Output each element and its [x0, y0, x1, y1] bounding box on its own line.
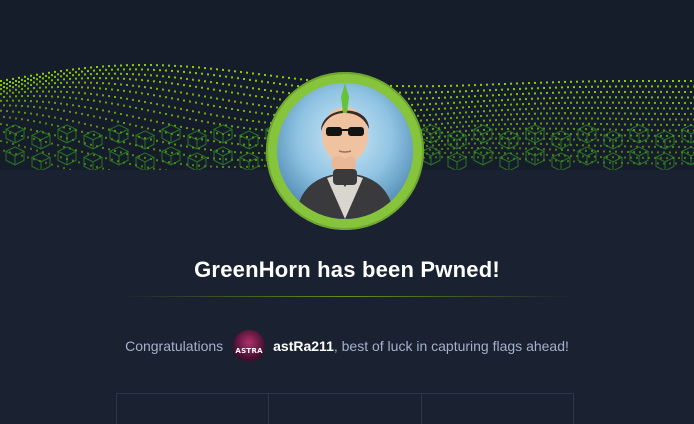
stats-cell — [422, 394, 573, 424]
stats-cell — [117, 394, 269, 424]
man-with-sunglasses-icon — [277, 83, 413, 219]
congrats-prefix: Congratulations — [125, 338, 223, 354]
pwned-title: GreenHorn has been Pwned! — [0, 257, 694, 283]
machine-avatar-image — [277, 83, 413, 219]
title-divider — [120, 296, 574, 297]
machine-avatar — [266, 72, 424, 230]
congrats-suffix: , best of luck in capturing flags ahead! — [334, 338, 569, 354]
user-avatar[interactable]: ASTRA — [233, 330, 265, 362]
congrats-line: Congratulations ASTRA astRa211 , best of… — [0, 330, 694, 362]
username-link[interactable]: astRa211 — [273, 338, 334, 354]
stats-cell — [269, 394, 421, 424]
stats-table — [116, 393, 574, 424]
user-avatar-text: ASTRA — [233, 347, 265, 355]
